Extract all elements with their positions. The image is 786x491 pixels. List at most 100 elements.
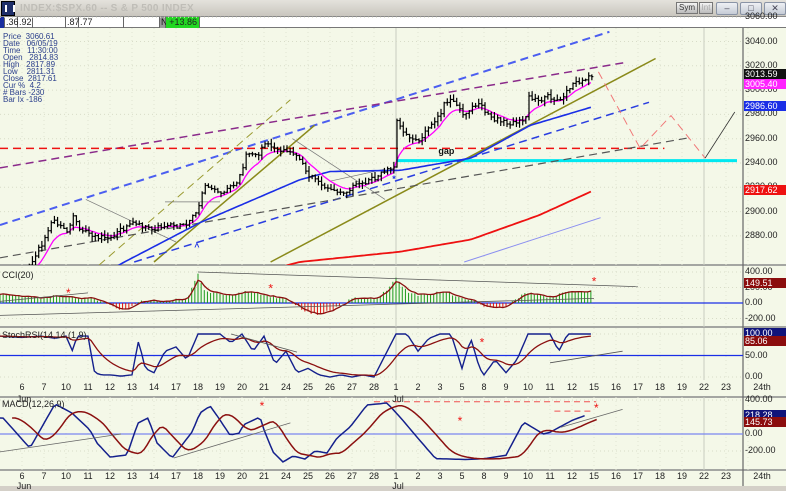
price-bar xyxy=(250,151,254,157)
price-bar xyxy=(433,117,437,129)
price-bar xyxy=(335,188,339,196)
y-tick-label: 2960.00 xyxy=(745,132,778,143)
date-label: 18 xyxy=(654,471,666,481)
price-bar xyxy=(74,215,78,226)
price-bar xyxy=(272,142,276,153)
date-label: 15 xyxy=(588,382,600,392)
date-label: 23 xyxy=(720,382,732,392)
price-bar xyxy=(134,220,138,227)
date-label: 28 xyxy=(368,471,380,481)
signal-star-icon: * xyxy=(260,399,265,413)
date-label: 10 xyxy=(60,471,72,481)
price-bar xyxy=(411,134,415,144)
price-bar xyxy=(342,191,346,197)
date-label: 20 xyxy=(236,382,248,392)
price-bar xyxy=(310,174,314,180)
price-bar xyxy=(254,152,258,158)
price-bar xyxy=(452,94,456,103)
y-tick-label: -200.00 xyxy=(745,312,776,323)
y-tick-label: 400.00 xyxy=(745,266,773,276)
price-bar xyxy=(414,134,418,142)
date-label: 5 xyxy=(459,471,465,481)
price-bar xyxy=(584,78,588,82)
price-bar xyxy=(496,114,500,124)
price-bar xyxy=(56,216,60,228)
price-bar xyxy=(464,112,468,120)
date-label: 5 xyxy=(459,382,465,392)
y-tick-label: 0.00 xyxy=(745,371,763,381)
mid-ma-flag: 2986.60 xyxy=(744,101,786,112)
price-bar xyxy=(455,97,459,107)
price-bar xyxy=(439,108,443,122)
fast-moving-average xyxy=(37,82,592,265)
date-label: 7 xyxy=(41,471,47,481)
price-bar xyxy=(49,220,53,234)
price-bar xyxy=(184,219,188,229)
month-label: Jun xyxy=(16,481,32,491)
price-bar xyxy=(546,92,550,100)
price-bar xyxy=(338,188,342,196)
price-bar xyxy=(536,95,540,106)
signal-star-icon: * xyxy=(480,336,485,350)
price-bar xyxy=(62,222,66,229)
date-label: 24 xyxy=(280,382,292,392)
price-bar xyxy=(68,222,72,235)
price-bar xyxy=(470,102,474,115)
month-label: Jul xyxy=(392,394,404,404)
date-label: 28 xyxy=(368,382,380,392)
date-label: 27 xyxy=(346,382,358,392)
price-bar xyxy=(568,88,572,94)
price-bar xyxy=(216,187,220,194)
date-label: 17 xyxy=(632,471,644,481)
price-bar xyxy=(511,117,515,126)
price-bar xyxy=(505,118,509,128)
y-tick-label: 0.00 xyxy=(745,297,763,307)
indicator-title: MACD(12,26,9) xyxy=(2,399,65,409)
price-bar xyxy=(448,94,452,108)
price-bar xyxy=(430,121,434,129)
price-bar xyxy=(401,121,405,137)
chart-annotation: * xyxy=(392,174,396,184)
date-label: 14 xyxy=(148,382,160,392)
date-label: 10 xyxy=(522,382,534,392)
slow-ma-flag: 2917.62 xyxy=(744,185,786,196)
date-label: 17 xyxy=(632,382,644,392)
date-label: 20 xyxy=(236,471,248,481)
price-bar xyxy=(203,182,207,195)
price-bar xyxy=(408,133,412,143)
trendline-projection xyxy=(597,71,706,159)
price-bar xyxy=(59,221,63,229)
chart-canvas[interactable]: * * * * * * * xyxy=(0,0,786,486)
price-bar xyxy=(235,181,239,187)
date-label: 10 xyxy=(522,471,534,481)
price-bar xyxy=(518,116,522,128)
price-bar xyxy=(78,220,82,232)
fast-ma-flag: 3005.40 xyxy=(744,78,786,89)
y-tick-label: 0.00 xyxy=(745,428,763,438)
signal-star-icon: * xyxy=(592,275,597,289)
date-label: 8 xyxy=(481,471,487,481)
trendline-projection-rebound xyxy=(704,111,736,159)
date-label: 24 xyxy=(280,471,292,481)
cci-histogram xyxy=(0,273,592,315)
cci-line xyxy=(0,279,592,315)
date-label: 13 xyxy=(126,471,138,481)
price-bar xyxy=(326,184,330,192)
signal-star-icon: * xyxy=(268,282,273,296)
date-label: 17 xyxy=(170,471,182,481)
date-label: 2 xyxy=(415,382,421,392)
date-label: 9 xyxy=(503,382,509,392)
price-bar xyxy=(213,185,217,193)
date-label: 21 xyxy=(258,471,270,481)
price-bar xyxy=(106,232,110,244)
indicator-title: StochRSI(14,14,(1,9) xyxy=(2,330,87,340)
price-bar xyxy=(266,141,270,148)
month-label: Jul xyxy=(392,481,404,491)
price-bar xyxy=(34,251,38,265)
trendline-olive-dashed xyxy=(98,99,291,265)
signal-star-icon: * xyxy=(66,286,71,300)
price-bar xyxy=(166,222,170,229)
cci-value-flag: 149.51 xyxy=(744,278,786,289)
date-label: 23 xyxy=(720,471,732,481)
date-label: 10 xyxy=(60,382,72,392)
